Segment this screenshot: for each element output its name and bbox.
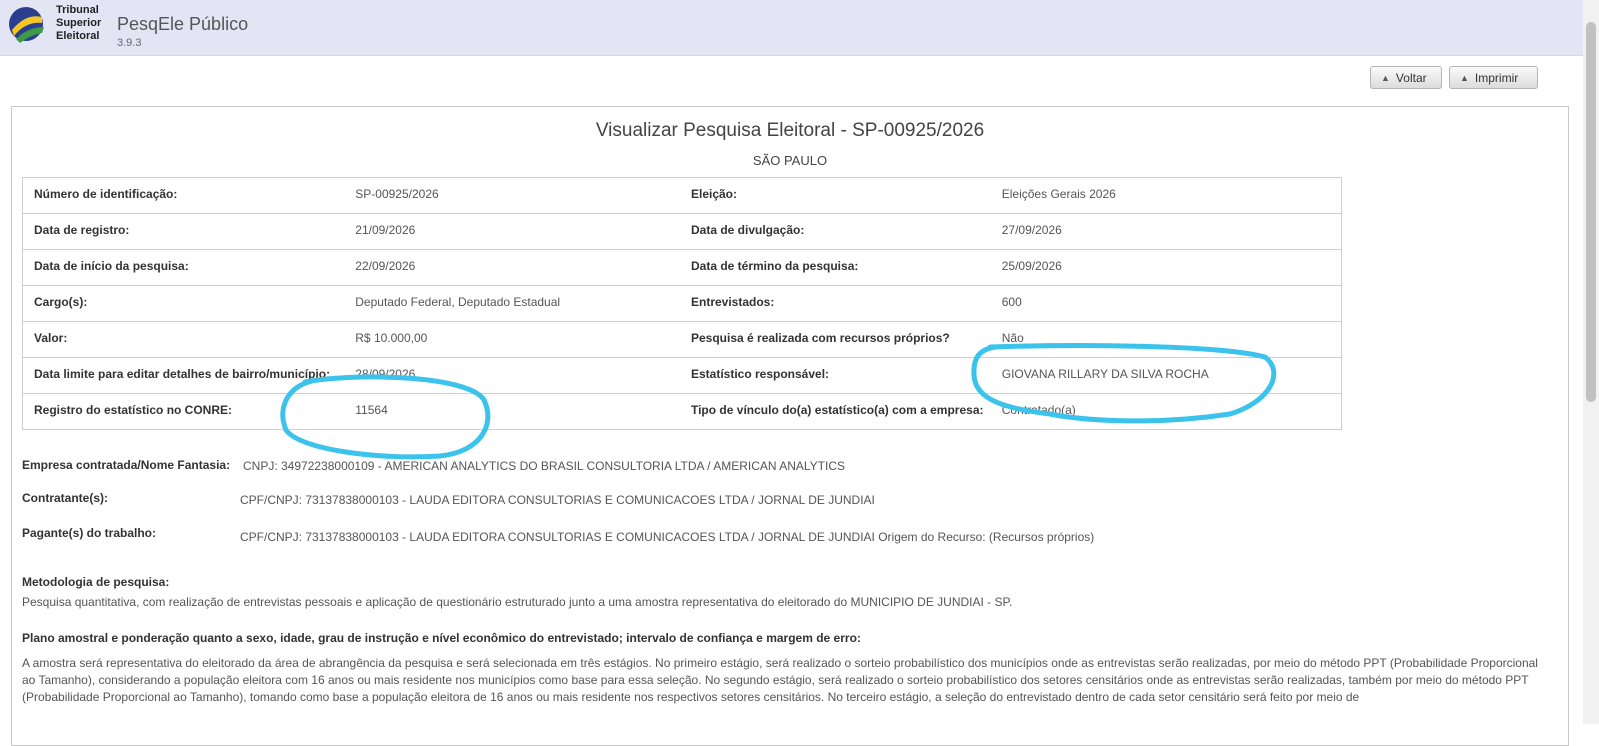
sampling-label: Plano amostral e ponderação quanto a sex…	[22, 631, 861, 645]
scrollbar-thumb[interactable]	[1586, 22, 1596, 402]
detail-value: SP-00925/2026	[355, 177, 680, 214]
detail-value: Eleições Gerais 2026	[1001, 177, 1342, 214]
detail-label: Data de divulgação:	[679, 213, 1002, 250]
detail-label: Valor:	[22, 321, 356, 358]
payer-value: CPF/CNPJ: 73137838000103 - LAUDA EDITORA…	[240, 530, 1095, 544]
detail-label: Pesquisa é realizada com recursos própri…	[679, 321, 1002, 358]
detail-value: 25/09/2026	[1001, 249, 1342, 286]
details-row: Registro do estatístico no CONRE: 11564 Ti…	[22, 393, 1342, 430]
company-section: Empresa contratada/Nome Fantasia: CNPJ: …	[22, 458, 845, 473]
logo-text: Tribunal Superior Eleitoral	[56, 4, 101, 43]
back-button[interactable]: ▲ Voltar	[1370, 66, 1442, 89]
detail-value: 600	[1001, 285, 1342, 322]
tse-logo-icon	[9, 7, 44, 43]
detail-label: Cargo(s):	[22, 285, 356, 322]
app-version: 3.9.3	[117, 37, 142, 49]
detail-value: 27/09/2026	[1001, 213, 1342, 250]
logo-text-line1: Tribunal	[56, 4, 99, 16]
detail-value: R$ 10.000,00	[355, 321, 680, 358]
detail-label: Data de início da pesquisa:	[22, 249, 356, 286]
detail-value: Contratado(a)	[1001, 393, 1342, 430]
chevron-up-icon: ▲	[1460, 72, 1469, 83]
details-row: Data de início da pesquisa: 22/09/2026 Dat…	[22, 249, 1342, 286]
page-title: Visualizar Pesquisa Eleitoral - SP-00925…	[595, 120, 985, 141]
payer-label: Pagante(s) do trabalho:	[22, 526, 157, 540]
top-header: Tribunal Superior Eleitoral PesqEle Públ…	[0, 0, 1599, 56]
details-row: Número de identificação: SP-00925/2026 Ele…	[22, 177, 1342, 214]
methodology-text: Pesquisa quantitativa, com realização de…	[22, 595, 1013, 609]
contractor-value: CPF/CNPJ: 73137838000103 - LAUDA EDITORA…	[240, 493, 875, 507]
details-row: Data limite para editar detalhes de bair…	[22, 357, 1342, 394]
company-label: Empresa contratada/Nome Fantasia:	[22, 458, 231, 472]
back-button-label: Voltar	[1395, 70, 1427, 85]
payer-section: Pagante(s) do trabalho: CPF/CNPJ: 731378…	[22, 526, 1094, 544]
detail-label: Número de identificação:	[22, 177, 356, 214]
details-row: Valor: R$ 10.000,00 Pesquisa é realizada c…	[22, 321, 1342, 358]
detail-value: GIOVANA RILLARY DA SILVA ROCHA	[1001, 357, 1342, 394]
details-table: Número de identificação: SP-00925/2026 Ele…	[22, 177, 1342, 430]
detail-label: Data limite para editar detalhes de bair…	[22, 357, 356, 394]
page-scrollbar[interactable]	[1583, 0, 1599, 724]
print-button-label: Imprimir	[1474, 70, 1519, 85]
detail-label: Estatístico responsável:	[679, 357, 1002, 394]
detail-value: 21/09/2026	[355, 213, 680, 250]
detail-value: 11564	[355, 393, 680, 430]
chevron-up-icon: ▲	[1381, 72, 1390, 83]
detail-value: Não	[1001, 321, 1342, 358]
detail-value: 22/09/2026	[355, 249, 680, 286]
app-title: PesqEle Público	[117, 14, 249, 34]
detail-label: Data de registro:	[22, 213, 356, 250]
detail-value: Deputado Federal, Deputado Estadual	[355, 285, 680, 322]
detail-label: Data de término da pesquisa:	[679, 249, 1002, 286]
contractor-label: Contratante(s):	[22, 491, 108, 505]
details-row: Cargo(s): Deputado Federal, Deputado Esta…	[22, 285, 1342, 322]
detail-label: Eleição:	[679, 177, 1002, 214]
page-subtitle: SÃO PAULO	[752, 153, 828, 168]
company-value: CNPJ: 34972238000109 - AMERICAN ANALYTIC…	[243, 459, 845, 473]
detail-label: Tipo de vínculo do(a) estatístico(a) com…	[679, 393, 1002, 430]
contractor-section: Contratante(s): CPF/CNPJ: 73137838000103…	[22, 491, 875, 507]
details-row: Data de registro: 21/09/2026 Data de divul…	[22, 213, 1342, 250]
sampling-text: A amostra será representativa do eleitor…	[22, 656, 1538, 704]
detail-label: Entrevistados:	[679, 285, 1002, 322]
print-button[interactable]: ▲ Imprimir	[1449, 66, 1538, 89]
logo-text-line2: Superior	[56, 17, 102, 29]
logo-text-line3: Eleitoral	[56, 30, 100, 42]
detail-label: Registro do estatístico no CONRE:	[22, 393, 356, 430]
methodology-label: Metodologia de pesquisa:	[22, 575, 170, 589]
detail-value: 28/09/2026	[355, 357, 680, 394]
